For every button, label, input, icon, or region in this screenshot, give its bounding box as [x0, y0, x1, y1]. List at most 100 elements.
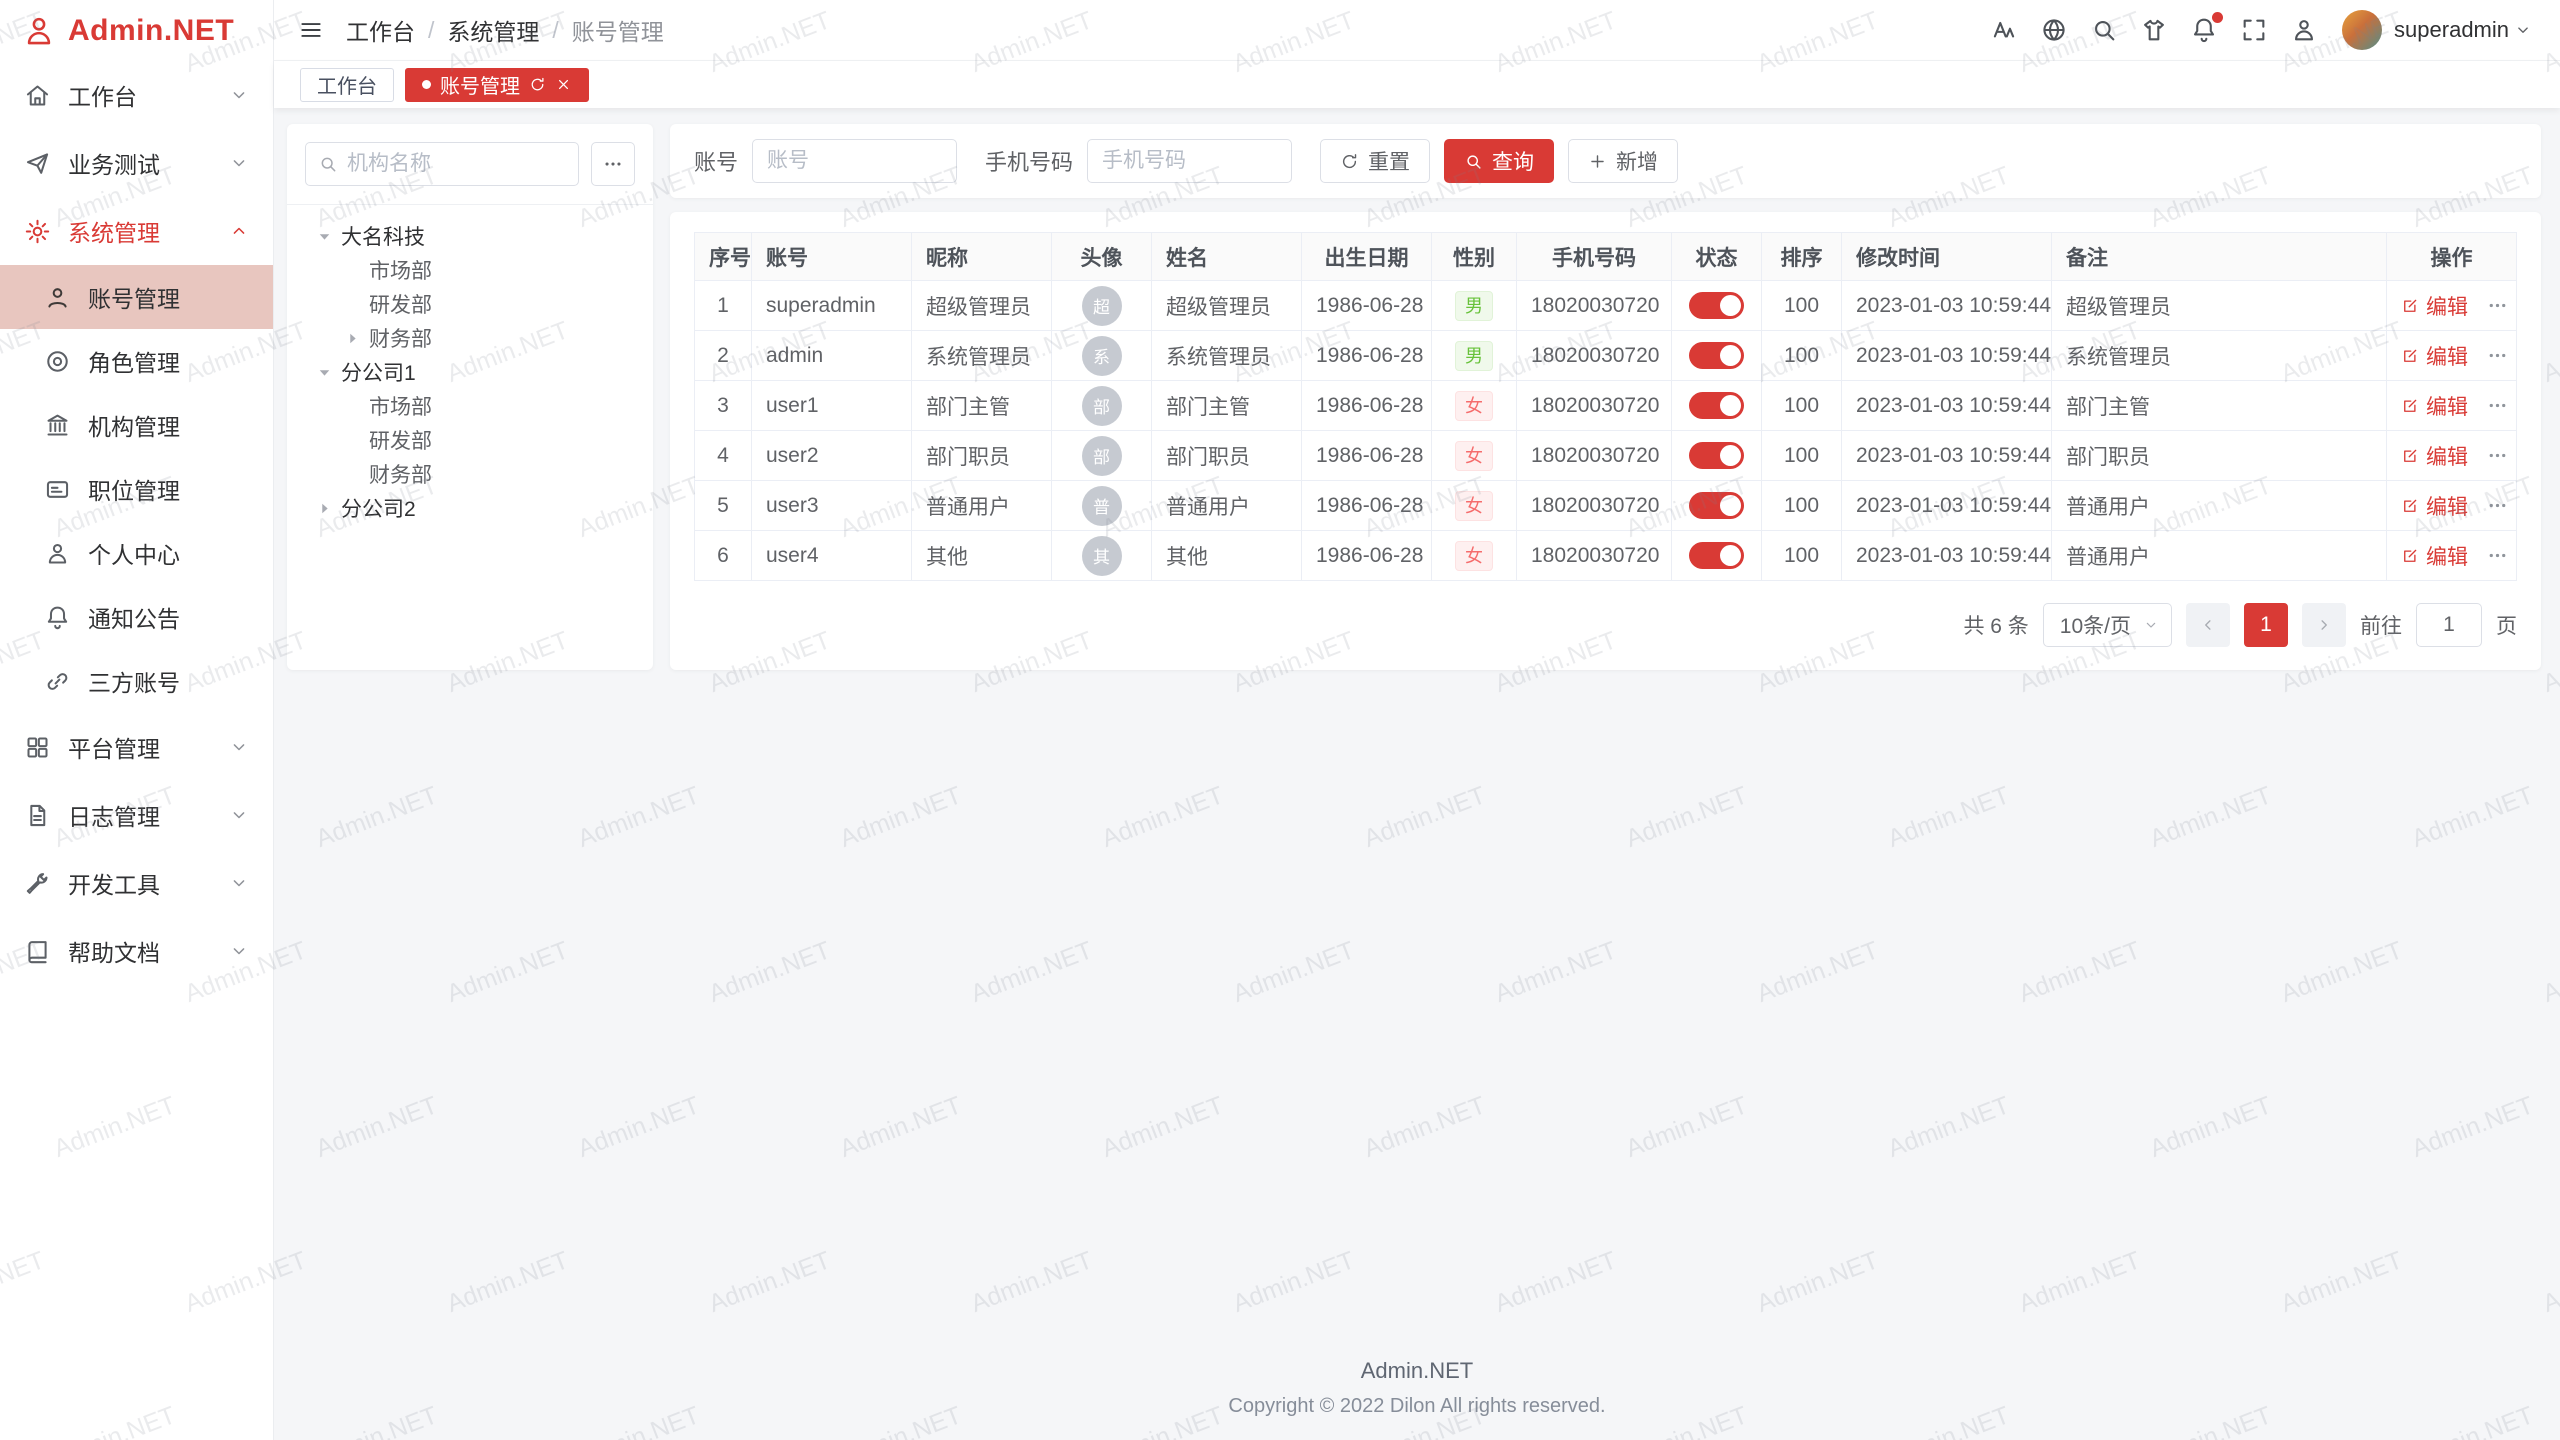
more-icon	[602, 153, 624, 175]
account-filter-input[interactable]	[752, 139, 957, 183]
sidebar-item-workbench[interactable]: 工作台	[0, 61, 273, 129]
sidebar-item-label: 帮助文档	[68, 934, 229, 968]
sidebar-item-dev-tools[interactable]: 开发工具	[0, 849, 273, 917]
cell-modified-time: 2023-01-03 10:59:44	[1842, 431, 2052, 481]
cell-remark: 部门主管	[2052, 381, 2387, 431]
cell-modified-time: 2023-01-03 10:59:44	[1842, 331, 2052, 381]
cell-account: user2	[752, 431, 912, 481]
user-panel-icon[interactable]	[2290, 16, 2318, 44]
caret-down-icon[interactable]	[315, 227, 334, 246]
sidebar-subitem-account-management[interactable]: 账号管理	[0, 265, 273, 329]
tab-workbench[interactable]: 工作台	[300, 68, 394, 102]
add-button[interactable]: 新增	[1568, 139, 1678, 183]
search-button[interactable]: 查询	[1444, 139, 1554, 183]
caret-down-icon[interactable]	[315, 363, 334, 382]
sidebar-subitem-role-management[interactable]: 角色管理	[0, 329, 273, 393]
reset-button[interactable]: 重置	[1320, 139, 1430, 183]
org-search-input[interactable]	[347, 152, 566, 176]
caret-right-icon[interactable]	[315, 499, 334, 518]
edit-button[interactable]: 编辑	[2401, 491, 2468, 521]
notification-badge	[2212, 12, 2223, 23]
tab-refresh-icon[interactable]	[529, 76, 546, 93]
sidebar-item-system-management[interactable]: 系统管理	[0, 197, 273, 265]
status-toggle[interactable]	[1689, 492, 1744, 519]
sidebar-item-label: 系统管理	[68, 214, 229, 248]
cell-birth-date: 1986-06-28	[1302, 331, 1432, 381]
sidebar-subitem-org-management[interactable]: 机构管理	[0, 393, 273, 457]
tab-account-management[interactable]: 账号管理	[405, 68, 589, 102]
cell-phone: 18020030720	[1517, 331, 1672, 381]
cell-status	[1672, 531, 1762, 581]
tree-node[interactable]: 市场部	[287, 253, 653, 287]
app-logo[interactable]: Admin.NET	[0, 0, 273, 61]
goto-label: 前往	[2360, 610, 2402, 640]
theme-icon[interactable]	[2140, 16, 2168, 44]
cell-row-index: 1	[695, 281, 752, 331]
edit-icon	[2401, 447, 2419, 465]
edit-button[interactable]: 编辑	[2401, 341, 2468, 371]
font-size-icon[interactable]	[1990, 16, 2018, 44]
current-page-button[interactable]: 1	[2244, 603, 2288, 647]
column-header-10: 修改时间	[1842, 233, 2052, 281]
user-menu[interactable]: superadmin	[2342, 10, 2532, 50]
sidebar-item-log-management[interactable]: 日志管理	[0, 781, 273, 849]
edit-button[interactable]: 编辑	[2401, 441, 2468, 471]
row-more-button[interactable]	[2486, 444, 2509, 467]
user-avatar: 普	[1082, 486, 1122, 526]
fullscreen-icon[interactable]	[2240, 16, 2268, 44]
link-icon	[44, 668, 71, 695]
sidebar-item-help-docs[interactable]: 帮助文档	[0, 917, 273, 985]
caret-right-icon[interactable]	[343, 329, 362, 348]
notification-bell-icon[interactable]	[2190, 16, 2218, 44]
accounts-table-card: 序号账号昵称头像姓名出生日期性别手机号码状态排序修改时间备注操作 1supera…	[670, 212, 2541, 670]
status-toggle[interactable]	[1689, 542, 1744, 569]
bell-icon	[44, 604, 71, 631]
search-icon[interactable]	[2090, 16, 2118, 44]
row-more-button[interactable]	[2486, 394, 2509, 417]
tree-node[interactable]: 大名科技	[287, 219, 653, 253]
status-toggle[interactable]	[1689, 292, 1744, 319]
status-toggle[interactable]	[1689, 342, 1744, 369]
prev-page-button[interactable]	[2186, 603, 2230, 647]
status-toggle[interactable]	[1689, 442, 1744, 469]
tree-node[interactable]: 市场部	[287, 389, 653, 423]
cell-status	[1672, 481, 1762, 531]
cell-phone: 18020030720	[1517, 531, 1672, 581]
tree-node[interactable]: 分公司1	[287, 355, 653, 389]
sidebar-subitem-position-management[interactable]: 职位管理	[0, 457, 273, 521]
sidebar-subitem-notice-announcement[interactable]: 通知公告	[0, 585, 273, 649]
next-page-button[interactable]	[2302, 603, 2346, 647]
language-icon[interactable]	[2040, 16, 2068, 44]
menu-toggle-icon[interactable]	[298, 17, 324, 43]
home-icon	[24, 82, 51, 109]
tab-close-icon[interactable]	[555, 76, 572, 93]
breadcrumb-item[interactable]: 账号管理	[572, 13, 664, 47]
row-more-button[interactable]	[2486, 294, 2509, 317]
sidebar-subitem-personal-center[interactable]: 个人中心	[0, 521, 273, 585]
phone-filter-input[interactable]	[1087, 139, 1292, 183]
edit-button[interactable]: 编辑	[2401, 541, 2468, 571]
tree-node[interactable]: 研发部	[287, 287, 653, 321]
sidebar-item-business-test[interactable]: 业务测试	[0, 129, 273, 197]
row-more-button[interactable]	[2486, 544, 2509, 567]
page-size-select[interactable]: 10条/页	[2043, 603, 2172, 647]
cell-modified-time: 2023-01-03 10:59:44	[1842, 381, 2052, 431]
edit-button[interactable]: 编辑	[2401, 291, 2468, 321]
tree-node[interactable]: 研发部	[287, 423, 653, 457]
sidebar-item-platform-management[interactable]: 平台管理	[0, 713, 273, 781]
tab-active-dot	[422, 80, 431, 89]
edit-button[interactable]: 编辑	[2401, 391, 2468, 421]
org-more-button[interactable]	[591, 142, 635, 186]
user-avatar: 其	[1082, 536, 1122, 576]
goto-page-input[interactable]	[2416, 603, 2482, 647]
breadcrumb-item[interactable]: 系统管理	[447, 13, 539, 47]
row-more-button[interactable]	[2486, 494, 2509, 517]
tree-node[interactable]: 财务部	[287, 457, 653, 491]
chevron-down-icon	[229, 941, 249, 961]
sidebar-subitem-thirdparty-account[interactable]: 三方账号	[0, 649, 273, 713]
row-more-button[interactable]	[2486, 344, 2509, 367]
tree-node[interactable]: 分公司2	[287, 491, 653, 525]
breadcrumb-item[interactable]: 工作台	[346, 13, 415, 47]
status-toggle[interactable]	[1689, 392, 1744, 419]
tree-node[interactable]: 财务部	[287, 321, 653, 355]
